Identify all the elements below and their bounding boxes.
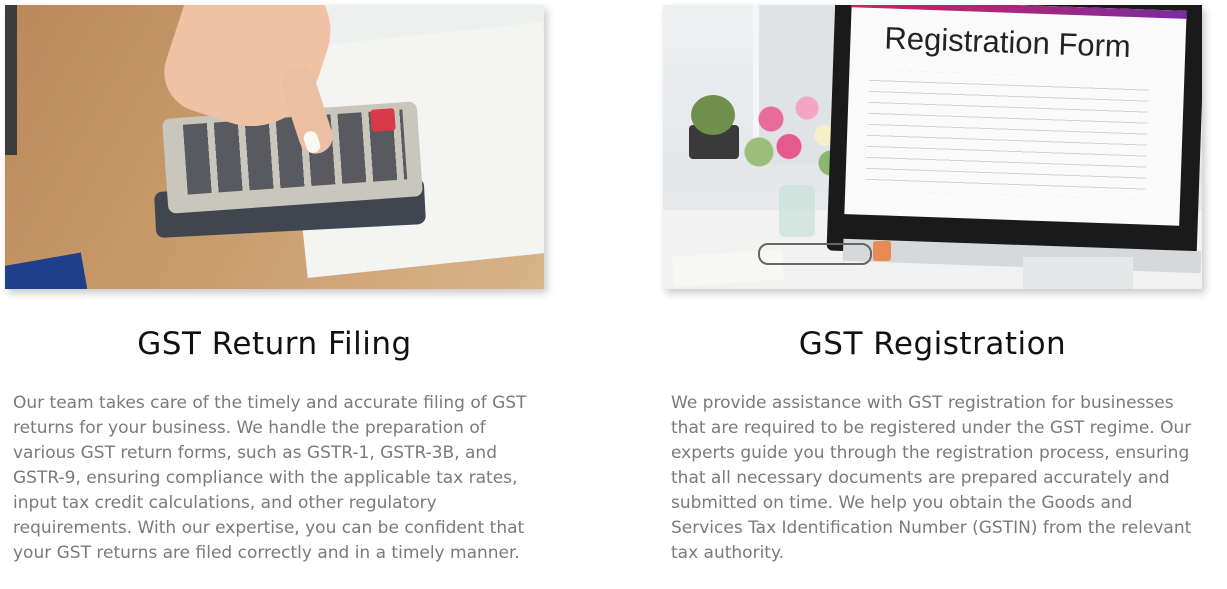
service-card-gst-return-filing: GST Return Filing Our team takes care of… [5,0,550,566]
card-description: We provide assistance with GST registrat… [671,393,1192,563]
card-title: GST Return Filing [137,326,412,362]
registration-form-photo: Registration Form [663,5,1202,289]
card-description: Our team takes care of the timely and ac… [13,393,527,563]
service-card-gst-registration: Registration Form GST Registration We pr… [663,0,1208,566]
card-title: GST Registration [798,326,1067,362]
screen-form-title: Registration Form [883,20,1132,64]
calculator-photo [5,5,544,289]
